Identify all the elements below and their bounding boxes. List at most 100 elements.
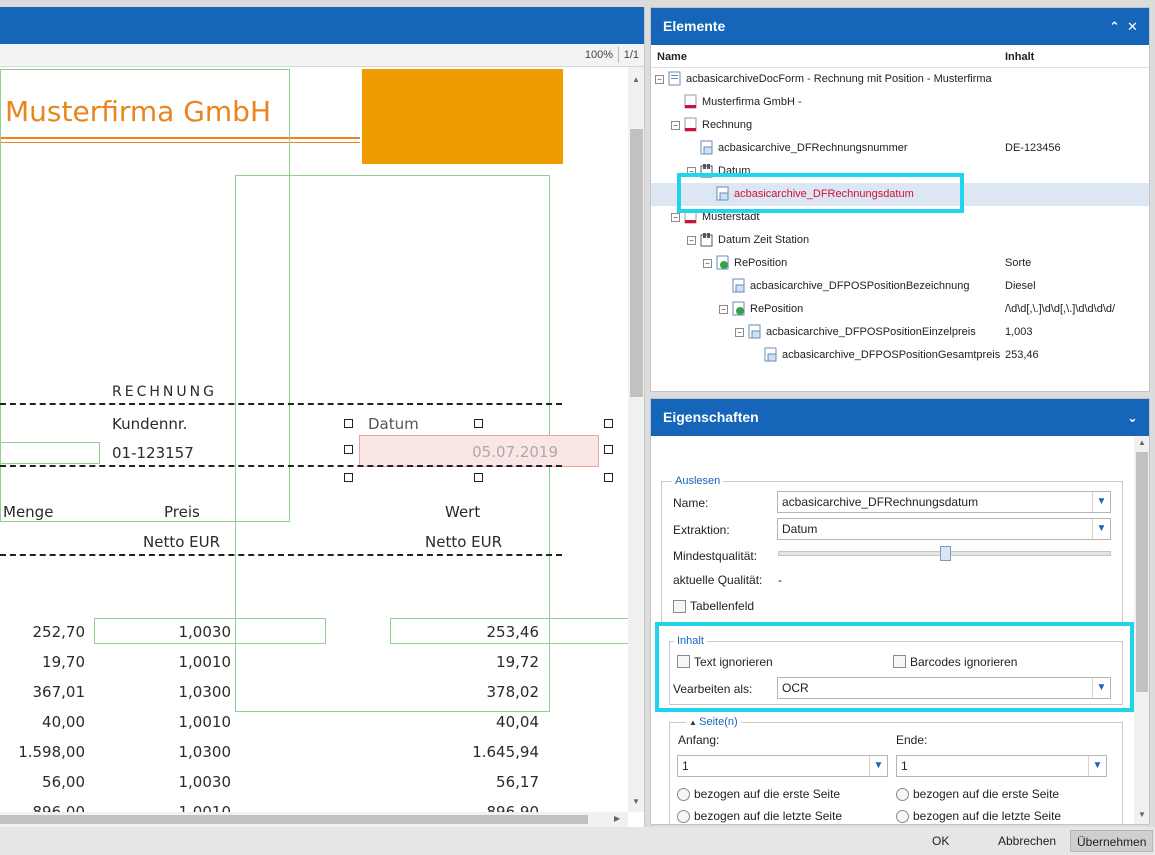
collapse-toggle-icon[interactable]: − <box>687 236 696 245</box>
toolbar-divider <box>618 47 619 63</box>
extraction-select-value: Datum <box>782 522 818 536</box>
vertical-scrollbar[interactable]: ▲ ▼ <box>628 67 644 812</box>
customer-field-zone[interactable] <box>0 442 100 464</box>
row-price: 1,0030 <box>178 773 232 791</box>
dialog-footer: OK Abbrechen Übernehmen <box>0 827 1155 855</box>
tree-value: Sorte <box>1005 257 1032 269</box>
row-value: 19,72 <box>496 653 539 671</box>
date-selection-zone[interactable]: 05.07.2019 <box>359 435 599 467</box>
tree-row[interactable]: − Rechnung <box>651 114 1149 137</box>
column-header-content[interactable]: Inhalt <box>1005 51 1034 63</box>
tree-label: RePosition <box>734 257 788 269</box>
min-quality-slider[interactable] <box>778 546 1111 561</box>
scroll-right-icon[interactable]: ▶ <box>614 814 620 823</box>
end-first-page-radio[interactable] <box>896 788 909 801</box>
start-last-page-label: bezogen auf die letzte Seite <box>694 809 843 823</box>
column-header-name[interactable]: Name <box>657 51 687 63</box>
slider-handle[interactable] <box>940 546 951 561</box>
document-page[interactable]: Musterfirma GmbH RECHNUNG Kundennr. Datu… <box>0 67 628 812</box>
start-page-select[interactable]: 1 ▼ <box>677 755 888 777</box>
repeat-position-icon <box>716 255 729 270</box>
collapse-toggle-icon[interactable]: − <box>719 305 728 314</box>
scroll-down-icon[interactable]: ▼ <box>1138 810 1146 819</box>
end-last-page-radio[interactable] <box>896 810 909 823</box>
resize-handle[interactable] <box>604 473 613 482</box>
tree-row[interactable]: acbasicarchive_DFPOSPositionBezeichnung … <box>651 275 1149 298</box>
cancel-button[interactable]: Abbrechen <box>992 830 1062 852</box>
collapse-triangle-icon[interactable]: ▲ <box>689 718 699 727</box>
section-icon <box>684 117 697 132</box>
resize-handle[interactable] <box>474 419 483 428</box>
tree-row[interactable]: − RePosition /\d\d[,\.]\d\d[,\.]\d\d\d\d… <box>651 298 1149 321</box>
tree-row[interactable]: − RePosition Sorte <box>651 252 1149 275</box>
ok-button[interactable]: OK <box>926 830 955 852</box>
col-price-sub: Netto EUR <box>143 533 221 551</box>
pages-group-title: Seite(n) <box>699 716 738 728</box>
resize-handle[interactable] <box>344 419 353 428</box>
page-counter: 1/1 <box>623 49 639 61</box>
date-label: Datum <box>368 415 419 433</box>
resize-handle[interactable] <box>344 445 353 454</box>
close-icon[interactable]: ✕ <box>1127 8 1138 45</box>
resize-handle[interactable] <box>604 419 613 428</box>
resize-handle[interactable] <box>604 445 613 454</box>
chevron-down-icon[interactable]: ▼ <box>1092 492 1110 512</box>
table-field-checkbox[interactable] <box>673 600 686 613</box>
tree-row[interactable]: Musterfirma GmbH - <box>651 91 1149 114</box>
row-value: 56,17 <box>496 773 539 791</box>
invoice-title: RECHNUNG <box>112 384 217 400</box>
collapse-toggle-icon[interactable]: − <box>671 121 680 130</box>
resize-handle[interactable] <box>344 473 353 482</box>
chevron-down-icon[interactable]: ▼ <box>869 756 887 776</box>
chevron-down-icon[interactable]: ▼ <box>1088 756 1106 776</box>
properties-panel: Eigenschaften ⌄ Auslesen Name: acbasicar… <box>650 398 1150 825</box>
scroll-up-icon[interactable]: ▲ <box>1138 438 1146 447</box>
scroll-up-icon[interactable]: ▲ <box>632 75 640 84</box>
zoom-level[interactable]: 100% <box>585 49 613 61</box>
tree-row[interactable]: − acbasicarchiveDocForm - Rechnung mit P… <box>651 68 1149 91</box>
tree-row[interactable]: acbasicarchive_DFPOSPositionGesamtpreis … <box>651 344 1149 367</box>
tree-row[interactable]: acbasicarchive_DFRechnungsnummer DE-1234… <box>651 137 1149 160</box>
chevron-down-icon[interactable]: ▼ <box>1092 519 1110 539</box>
tree-row[interactable]: − acbasicarchive_DFPOSPositionEinzelprei… <box>651 321 1149 344</box>
tree-row[interactable]: − Datum Zeit Station <box>651 229 1149 252</box>
selected-element-highlight <box>677 173 964 213</box>
text-field-icon <box>684 94 697 109</box>
field-icon <box>700 140 713 155</box>
resize-handle[interactable] <box>474 473 483 482</box>
row-qty: 56,00 <box>42 773 85 791</box>
collapse-toggle-icon[interactable]: − <box>735 328 744 337</box>
current-quality-value: - <box>778 573 782 587</box>
min-quality-label: Mindestqualität: <box>673 549 758 563</box>
customer-number: 01-123157 <box>112 444 194 462</box>
tree-value: DE-123456 <box>1005 142 1061 154</box>
scroll-down-icon[interactable]: ▼ <box>632 797 640 806</box>
row-value: 1.645,94 <box>472 743 539 761</box>
properties-scrollbar[interactable]: ▲ ▼ <box>1134 436 1149 824</box>
collapse-toggle-icon[interactable]: − <box>703 259 712 268</box>
end-page-select[interactable]: 1 ▼ <box>896 755 1107 777</box>
start-last-page-radio[interactable] <box>677 810 690 823</box>
tree-value: /\d\d[,\.]\d\d[,\.]\d\d\d\d/ <box>1005 303 1116 315</box>
properties-scroll-thumb[interactable] <box>1136 452 1148 692</box>
extraction-select[interactable]: Datum ▼ <box>777 518 1111 540</box>
collapse-icon[interactable]: ⌃ <box>1109 8 1120 45</box>
pages-group-legend: ▲ Seite(n) <box>686 716 741 728</box>
start-first-page-label: bezogen auf die erste Seite <box>694 787 841 801</box>
end-last-page-label: bezogen auf die letzte Seite <box>913 809 1062 823</box>
properties-panel-title: Eigenschaften <box>663 409 759 425</box>
start-first-page-radio[interactable] <box>677 788 690 801</box>
collapse-toggle-icon[interactable]: − <box>655 75 664 84</box>
collapse-toggle-icon[interactable]: − <box>671 213 680 222</box>
name-select[interactable]: acbasicarchive_DFRechnungsdatum ▼ <box>777 491 1111 513</box>
form-doc-icon <box>668 71 681 86</box>
dash-divider <box>0 554 562 556</box>
row-price: 1,0010 <box>178 653 232 671</box>
expand-icon[interactable]: ⌄ <box>1127 399 1138 436</box>
apply-button[interactable]: Übernehmen <box>1070 830 1154 852</box>
viewer-header-bar <box>0 7 644 44</box>
horizontal-scroll-thumb[interactable] <box>0 815 588 824</box>
extraction-label: Extraktion: <box>673 523 730 537</box>
horizontal-scrollbar[interactable]: ▶ <box>0 812 628 827</box>
vertical-scroll-thumb[interactable] <box>630 129 643 397</box>
